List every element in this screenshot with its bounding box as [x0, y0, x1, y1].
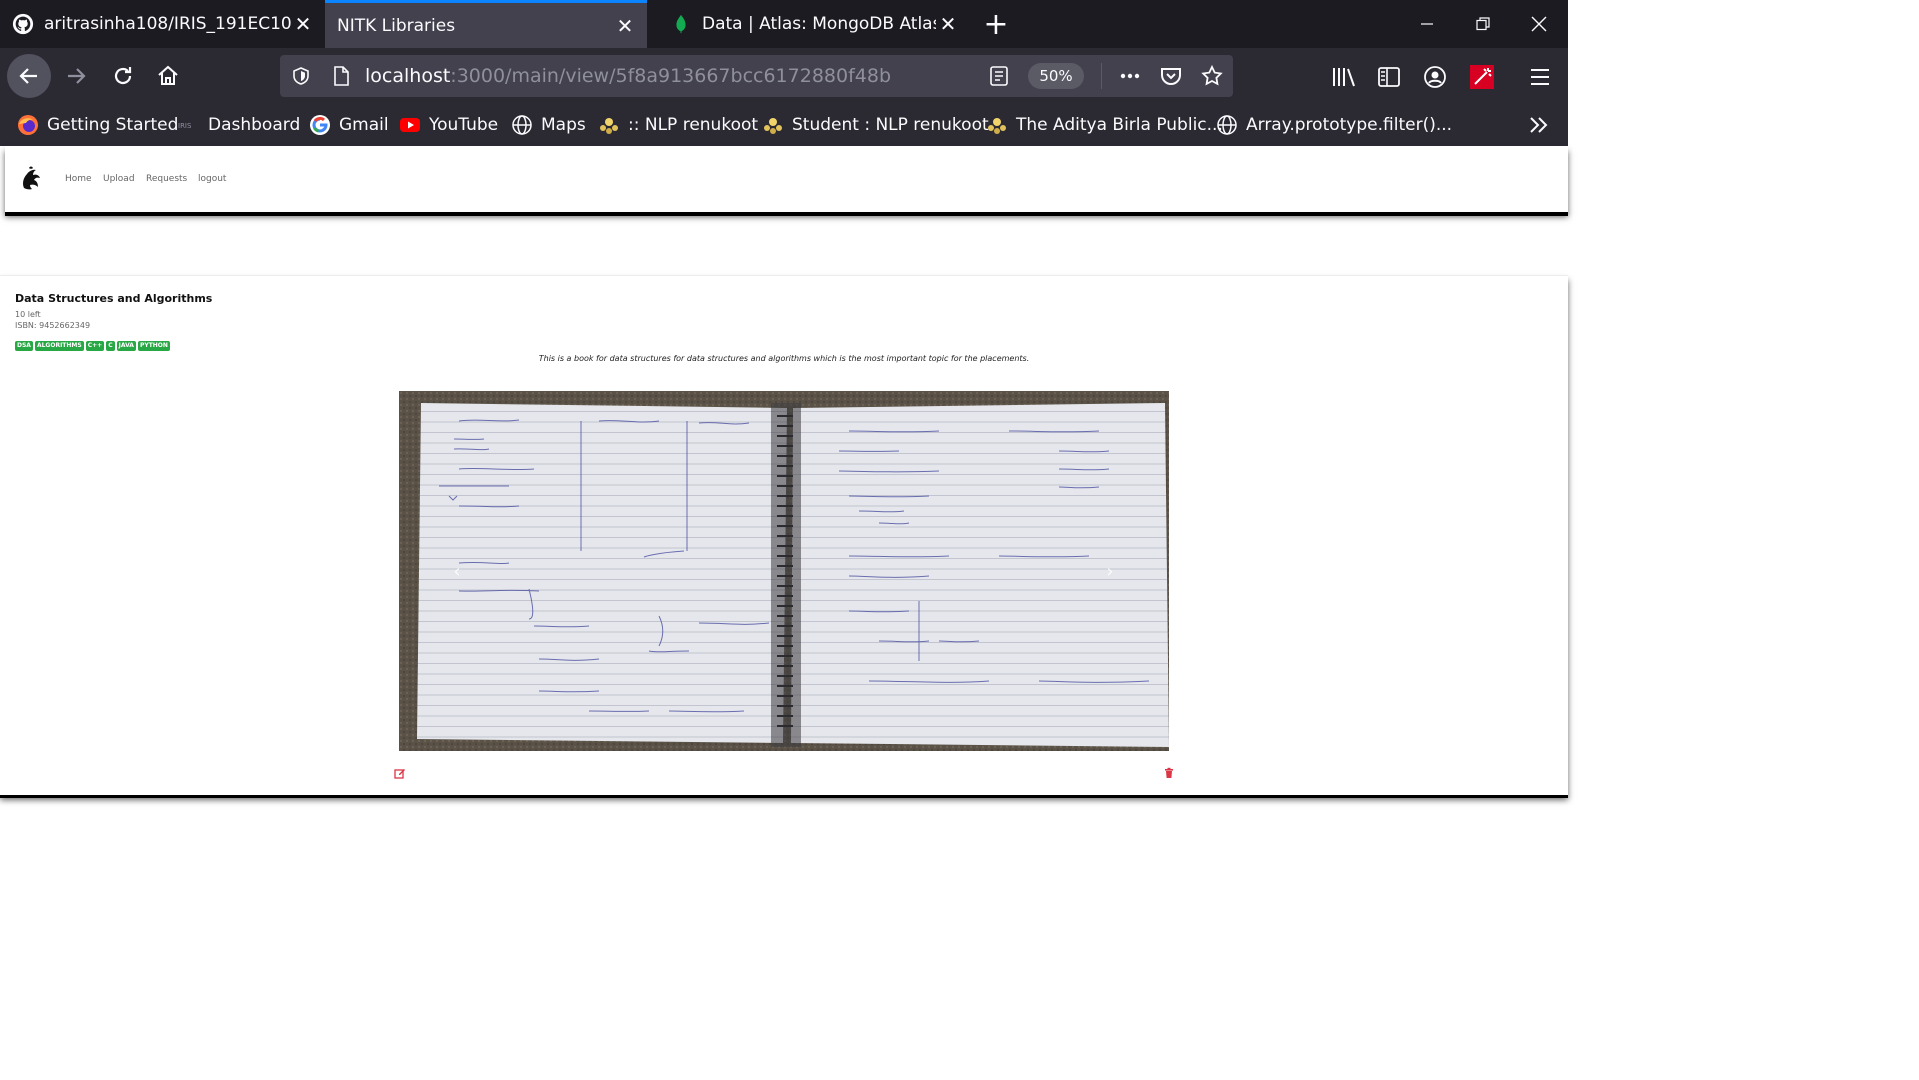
- edit-icon[interactable]: [394, 767, 406, 779]
- tag-badge: JAVA: [116, 341, 136, 351]
- bookmark-label: Maps: [541, 115, 586, 135]
- bookmark-label: :: NLP renukoot: [628, 115, 759, 135]
- book-description: This is a book for data structures for d…: [538, 354, 1030, 363]
- bookmark-label: Array.prototype.filter()...: [1246, 115, 1453, 135]
- tag-badge: C: [106, 341, 115, 351]
- bookmark-student-nlp-renukoot[interactable]: Student : NLP renukoot: [762, 104, 989, 146]
- navigation-toolbar: localhost:3000/main/view/5f8a913667bcc61…: [0, 48, 1568, 104]
- restore-icon[interactable]: [1465, 8, 1501, 40]
- nav-logout-link[interactable]: logout: [198, 174, 226, 184]
- delete-icon[interactable]: [1163, 767, 1175, 779]
- chevron-double-right-icon[interactable]: [1528, 115, 1550, 135]
- bookmark-maps[interactable]: Maps: [511, 104, 586, 146]
- new-tab-button[interactable]: +: [978, 7, 1014, 42]
- tag-badge: PYTHON: [137, 341, 170, 351]
- book-isbn: ISBN: 9452662349: [15, 321, 91, 330]
- menu-icon[interactable]: [1528, 66, 1552, 88]
- close-icon[interactable]: ✕: [613, 14, 637, 38]
- arrow-left-icon: [19, 68, 37, 84]
- url-text[interactable]: localhost:3000/main/view/5f8a913667bcc61…: [365, 55, 891, 97]
- bookmark-label: YouTube: [429, 115, 499, 135]
- library-icon[interactable]: [1331, 66, 1357, 88]
- svg-text:IRIS: IRIS: [178, 122, 192, 130]
- book-stock: 10 left: [15, 310, 41, 319]
- tab-nitk-libraries[interactable]: NITK Libraries ✕: [325, 0, 647, 48]
- more-actions-icon[interactable]: [1118, 65, 1142, 87]
- tab-title: NITK Libraries: [337, 15, 456, 36]
- bookmark-label: Dashboard: [208, 115, 301, 135]
- home-icon: [158, 65, 178, 85]
- tab-github[interactable]: aritrasinha108/IRIS_191EC108_I ✕: [0, 0, 325, 48]
- library-logo[interactable]: [17, 164, 45, 192]
- bookmark-star-icon[interactable]: [1200, 64, 1224, 88]
- mongodb-leaf-icon: [676, 14, 686, 34]
- page-icon[interactable]: [330, 65, 352, 87]
- shield-icon[interactable]: [291, 66, 311, 86]
- globe-icon: [1217, 115, 1237, 135]
- bookmark-label: Gmail: [339, 115, 389, 135]
- reload-button[interactable]: [103, 56, 143, 96]
- account-icon[interactable]: [1423, 65, 1447, 89]
- nav-upload-link[interactable]: Upload: [103, 174, 135, 184]
- close-icon[interactable]: ✕: [936, 12, 960, 36]
- arrow-right-icon: [68, 68, 86, 84]
- page-content: Home Upload Requests logout Data Structu…: [0, 146, 1568, 882]
- book-title: Data Structures and Algorithms: [15, 292, 213, 305]
- url-bar[interactable]: localhost:3000/main/view/5f8a913667bcc61…: [280, 55, 1233, 97]
- reader-view-icon[interactable]: [988, 65, 1010, 87]
- extension-icon[interactable]: [1470, 65, 1494, 89]
- carousel-prev-button[interactable]: ‹: [447, 561, 467, 582]
- tag-badge: ALGORITHMS: [34, 341, 84, 351]
- github-icon: [12, 13, 34, 35]
- url-path: :3000/main/view/5f8a913667bcc6172880f48b: [450, 65, 892, 87]
- site-navbar: Home Upload Requests logout: [5, 146, 1568, 212]
- tab-title: Data | Atlas: MongoDB Atlas: [702, 14, 936, 34]
- sidebar-icon[interactable]: [1377, 65, 1401, 89]
- bookmark-gmail[interactable]: Gmail: [309, 104, 389, 146]
- back-button[interactable]: [7, 54, 51, 98]
- window-close-icon[interactable]: [1521, 8, 1557, 40]
- bookmark-label: The Aditya Birla Public...: [1016, 115, 1223, 135]
- divider: [1101, 63, 1102, 89]
- forward-button[interactable]: [56, 56, 96, 96]
- youtube-icon: [400, 118, 420, 132]
- zoom-level-button[interactable]: 50%: [1028, 63, 1084, 89]
- minimize-icon[interactable]: [1409, 8, 1445, 40]
- close-icon[interactable]: ✕: [291, 12, 315, 36]
- bookmark-label: Getting Started: [47, 115, 179, 135]
- nav-home-link[interactable]: Home: [65, 174, 92, 184]
- bookmarks-toolbar: Getting Started IRIS Dashboard Gmail You…: [0, 104, 1568, 146]
- bookmark-getting-started[interactable]: Getting Started: [17, 104, 178, 146]
- nlp-icon: [988, 118, 1006, 134]
- bookmark-array-filter[interactable]: Array.prototype.filter()...: [1216, 104, 1452, 146]
- reload-icon: [114, 67, 132, 85]
- bookmark-aditya-birla[interactable]: The Aditya Birla Public...: [986, 104, 1223, 146]
- pocket-icon[interactable]: [1159, 64, 1183, 88]
- tab-title: aritrasinha108/IRIS_191EC108_I: [44, 14, 291, 34]
- book-card: Data Structures and Algorithms 10 left I…: [0, 275, 1568, 795]
- nav-requests-link[interactable]: Requests: [146, 174, 187, 184]
- tab-bar: aritrasinha108/IRIS_191EC108_I ✕ NITK Li…: [0, 0, 1568, 48]
- tag-list: DSA ALGORITHMS C++ C JAVA PYTHON: [15, 341, 170, 351]
- bookmark-youtube[interactable]: YouTube: [399, 104, 498, 146]
- notebook-photo: [399, 391, 1169, 751]
- tag-badge: C++: [85, 341, 105, 351]
- tag-badge: DSA: [15, 341, 33, 351]
- bookmark-nlp-renukoot[interactable]: :: NLP renukoot: [598, 104, 758, 146]
- nlp-icon: [600, 118, 618, 134]
- url-host: localhost: [365, 65, 451, 87]
- nlp-icon: [764, 118, 782, 134]
- globe-icon: [512, 115, 532, 135]
- bookmark-dashboard[interactable]: IRIS Dashboard: [178, 104, 300, 146]
- google-icon: [310, 115, 330, 135]
- carousel-next-button[interactable]: ›: [1100, 561, 1120, 582]
- home-button[interactable]: [148, 56, 188, 96]
- dashboard-icon: IRIS: [178, 122, 192, 130]
- firefox-icon: [18, 115, 38, 135]
- bookmark-label: Student : NLP renukoot: [792, 115, 989, 135]
- image-carousel[interactable]: ‹ ›: [399, 391, 1169, 751]
- tab-mongodb-atlas[interactable]: Data | Atlas: MongoDB Atlas ✕: [658, 0, 970, 48]
